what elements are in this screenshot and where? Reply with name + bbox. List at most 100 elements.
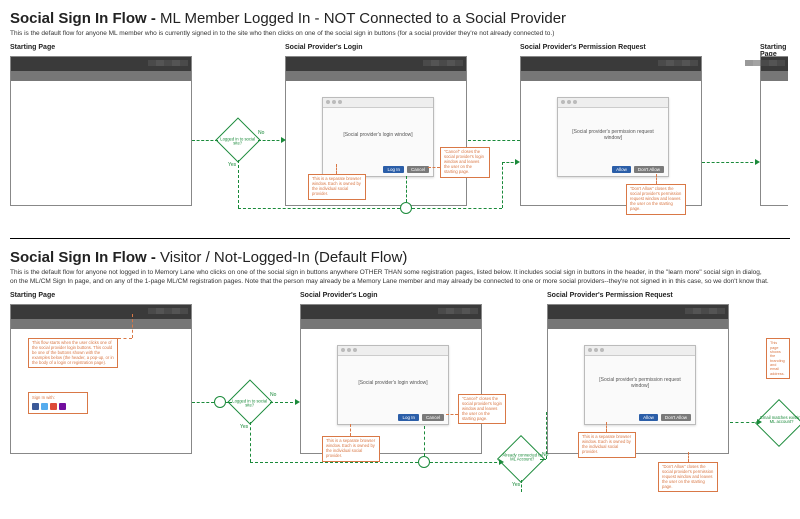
title-light: ML Member Logged In - NOT Connected to a… xyxy=(160,10,566,27)
login-button[interactable]: Log In xyxy=(383,166,404,173)
note-connector xyxy=(656,174,657,184)
note-connector xyxy=(606,422,607,432)
connector xyxy=(250,462,418,463)
decision-label: Already connected to ML Account? xyxy=(502,454,542,463)
browser-chrome xyxy=(301,305,481,319)
label-permission-request: Social Provider's Permission Request xyxy=(547,292,673,299)
note-separate-window: This is a separate browser window. Each … xyxy=(322,436,380,461)
dialog-footer: Log In Cancel xyxy=(338,410,448,424)
connector xyxy=(702,162,758,163)
browser-chrome xyxy=(761,57,788,71)
browser-toolbar xyxy=(11,71,191,81)
dialog-header xyxy=(558,98,668,108)
note-cancel: "Cancel" closes the social provider's lo… xyxy=(440,147,490,177)
decision-connected: Already connected to ML Account? xyxy=(497,435,545,483)
arrow-right-icon xyxy=(281,137,286,143)
twitter-icon[interactable] xyxy=(41,403,48,410)
decision-label: Logged in to social site? xyxy=(230,400,270,409)
connector xyxy=(521,480,522,492)
connector xyxy=(546,412,547,459)
merge-node xyxy=(418,456,430,468)
signin-label: Sign In with: xyxy=(32,395,55,400)
browser-starting-page xyxy=(10,56,192,206)
section-visitor: Social Sign In Flow - Visitor / Not-Logg… xyxy=(10,249,790,492)
section2-subtitle: This is the default flow for anyone not … xyxy=(10,269,770,286)
yahoo-icon[interactable] xyxy=(59,403,66,410)
dialog-header xyxy=(338,346,448,356)
permission-dialog-body: [Social provider's permission request wi… xyxy=(585,356,695,410)
label-starting-page: Starting Page xyxy=(10,44,55,51)
decision-label: Email matches existing ML account? xyxy=(760,416,800,425)
connector xyxy=(238,160,239,208)
arrow-right-icon xyxy=(755,159,760,165)
browser-chrome xyxy=(11,57,191,71)
connector xyxy=(502,162,503,208)
permission-dialog-body: [Social provider's permission request wi… xyxy=(558,108,668,162)
arrow-right-icon xyxy=(757,419,762,425)
label-provider-login: Social Provider's Login xyxy=(285,44,363,51)
note-signin-with: Sign In with: xyxy=(28,392,88,414)
connector xyxy=(424,426,425,456)
facebook-icon[interactable] xyxy=(32,403,39,410)
browser-starting-page xyxy=(10,304,192,454)
note-separate-window-1: This is a separate browser window. Each … xyxy=(308,174,366,199)
label-provider-login: Social Provider's Login xyxy=(300,292,378,299)
note-connector xyxy=(350,424,351,436)
browser-permission: [Social provider's permission request wi… xyxy=(547,304,729,454)
social-icons-group xyxy=(32,403,84,410)
connector xyxy=(430,462,502,463)
arrow-right-icon xyxy=(515,159,520,165)
start-node xyxy=(214,396,226,408)
connector xyxy=(192,402,214,403)
note-connector xyxy=(118,338,132,339)
connector xyxy=(406,176,407,202)
connector xyxy=(412,208,502,209)
browser-chrome xyxy=(548,305,728,319)
note-dont-allow: "Don't Allow" closes the social provider… xyxy=(626,184,686,214)
connector xyxy=(226,402,232,403)
cancel-button[interactable]: Cancel xyxy=(422,414,444,421)
google-icon[interactable] xyxy=(50,403,57,410)
note-dont-allow: "Don't Allow" closes the social provider… xyxy=(658,462,718,492)
separator xyxy=(10,238,790,239)
dont-allow-button[interactable]: Don't Allow xyxy=(661,414,691,421)
cancel-button[interactable]: Cancel xyxy=(407,166,429,173)
dialog-footer: Allow Don't Allow xyxy=(585,410,695,424)
label-yes: Yes xyxy=(240,424,248,430)
note-connector xyxy=(132,314,133,338)
decision-logged-in: Logged in to social site? xyxy=(215,118,260,163)
browser-toolbar xyxy=(548,319,728,329)
browser-chrome xyxy=(11,305,191,319)
connector xyxy=(540,459,546,460)
connector xyxy=(192,140,218,141)
browser-chrome xyxy=(286,57,466,71)
decision-label: Logged in to social site? xyxy=(218,138,258,147)
section2-canvas: Starting Page Social Provider's Login So… xyxy=(10,292,790,492)
label-no: No xyxy=(258,130,264,136)
note-separate-window-2: This is a separate browser window. Each … xyxy=(578,432,636,457)
dont-allow-button[interactable]: Don't Allow xyxy=(634,166,664,173)
note-connector xyxy=(428,167,440,168)
note-connector xyxy=(688,452,689,462)
merge-node xyxy=(400,202,412,214)
browser-toolbar xyxy=(11,319,191,329)
allow-button[interactable]: Allow xyxy=(612,166,631,173)
label-yes: Yes xyxy=(512,482,520,488)
arrow-right-icon xyxy=(499,459,504,465)
label-no: No xyxy=(270,392,276,398)
browser-toolbar xyxy=(286,71,466,81)
browser-chrome xyxy=(521,57,701,71)
connector xyxy=(238,208,400,209)
section-logged-in: Social Sign In Flow - ML Member Logged I… xyxy=(10,10,790,224)
dialog-footer: Allow Don't Allow xyxy=(558,162,668,176)
note-cut: This page shows the branding and email a… xyxy=(766,338,790,379)
allow-button[interactable]: Allow xyxy=(639,414,658,421)
connector xyxy=(270,402,298,403)
label-yes: Yes xyxy=(228,162,236,168)
connector xyxy=(730,422,760,423)
browser-provider-login: [Social provider's login window] Log In … xyxy=(300,304,482,454)
title-light: Visitor / Not-Logged-In (Default Flow) xyxy=(160,249,407,266)
dialog-header xyxy=(585,346,695,356)
note-cancel: "Cancel" closes the social provider's lo… xyxy=(458,394,506,424)
login-button[interactable]: Log In xyxy=(398,414,419,421)
